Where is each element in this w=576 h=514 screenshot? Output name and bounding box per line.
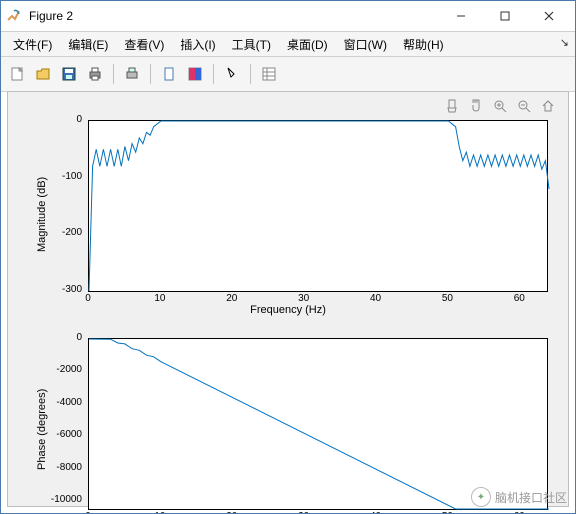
phase-plot — [89, 339, 547, 509]
colorbar-button[interactable] — [183, 62, 207, 86]
print-button[interactable] — [83, 62, 107, 86]
home-icon[interactable] — [538, 96, 558, 116]
ytick: -6000 — [56, 429, 82, 440]
dock-arrow-icon[interactable]: ↘ — [560, 36, 569, 49]
edit-plot-button[interactable] — [220, 62, 244, 86]
menubar: 文件(F) 编辑(E) 查看(V) 插入(I) 工具(T) 桌面(D) 窗口(W… — [1, 32, 575, 57]
titlebar: Figure 2 — [1, 1, 575, 32]
magnitude-axes[interactable] — [88, 120, 548, 292]
figure-area: Magnitude (dB) Frequency (Hz) Phase (deg… — [7, 91, 569, 507]
toolbar-separator — [113, 64, 114, 84]
brush-icon[interactable] — [442, 96, 462, 116]
ytick: -2000 — [56, 364, 82, 375]
menu-help[interactable]: 帮助(H) — [395, 34, 452, 55]
ytick: -200 — [62, 227, 82, 238]
link-plot-button[interactable] — [157, 62, 181, 86]
menu-desktop[interactable]: 桌面(D) — [279, 34, 336, 55]
matlab-logo-icon — [5, 7, 23, 25]
ytick: -10000 — [51, 494, 82, 505]
watermark: ✦ 脑机接口社区 — [471, 487, 567, 507]
ytick: -8000 — [56, 462, 82, 473]
ytick: -4000 — [56, 397, 82, 408]
menu-window[interactable]: 窗口(W) — [336, 34, 395, 55]
axes-toolbar — [442, 96, 558, 116]
maximize-button[interactable] — [483, 2, 527, 30]
menu-view[interactable]: 查看(V) — [116, 34, 172, 55]
xtick: 40 — [370, 293, 381, 304]
magnitude-xlabel: Frequency (Hz) — [250, 304, 326, 316]
figure-window: Figure 2 文件(F) 编辑(E) 查看(V) 插入(I) 工具(T) 桌… — [0, 0, 576, 514]
menu-edit[interactable]: 编辑(E) — [60, 34, 116, 55]
phase-ylabel: Phase (degrees) — [36, 389, 48, 470]
menu-file[interactable]: 文件(F) — [5, 34, 60, 55]
zoom-out-icon[interactable] — [514, 96, 534, 116]
toolbar-separator — [150, 64, 151, 84]
close-button[interactable] — [527, 2, 571, 30]
ytick: -300 — [62, 284, 82, 295]
wechat-icon: ✦ — [471, 487, 491, 507]
zoom-in-icon[interactable] — [490, 96, 510, 116]
ytick: -100 — [62, 171, 82, 182]
save-button[interactable] — [57, 62, 81, 86]
pan-icon[interactable] — [466, 96, 486, 116]
watermark-text: 脑机接口社区 — [495, 489, 567, 506]
magnitude-ylabel: Magnitude (dB) — [36, 177, 48, 252]
new-figure-button[interactable] — [5, 62, 29, 86]
menu-insert[interactable]: 插入(I) — [172, 34, 223, 55]
print-preview-button[interactable] — [120, 62, 144, 86]
toolbar-separator — [250, 64, 251, 84]
minimize-button[interactable] — [439, 2, 483, 30]
xtick: 50 — [442, 293, 453, 304]
toolbar-separator — [213, 64, 214, 84]
xtick: 10 — [154, 293, 165, 304]
toolbar — [1, 57, 575, 92]
xtick: 60 — [514, 293, 525, 304]
window-title: Figure 2 — [29, 9, 439, 23]
property-inspector-button[interactable] — [257, 62, 281, 86]
xtick: 30 — [298, 293, 309, 304]
ytick: 0 — [76, 332, 82, 343]
ytick: 0 — [76, 114, 82, 125]
xtick: 0 — [85, 293, 91, 304]
phase-axes[interactable] — [88, 338, 548, 510]
magnitude-plot — [89, 121, 547, 291]
open-button[interactable] — [31, 62, 55, 86]
menu-tools[interactable]: 工具(T) — [224, 34, 279, 55]
xtick: 20 — [226, 293, 237, 304]
